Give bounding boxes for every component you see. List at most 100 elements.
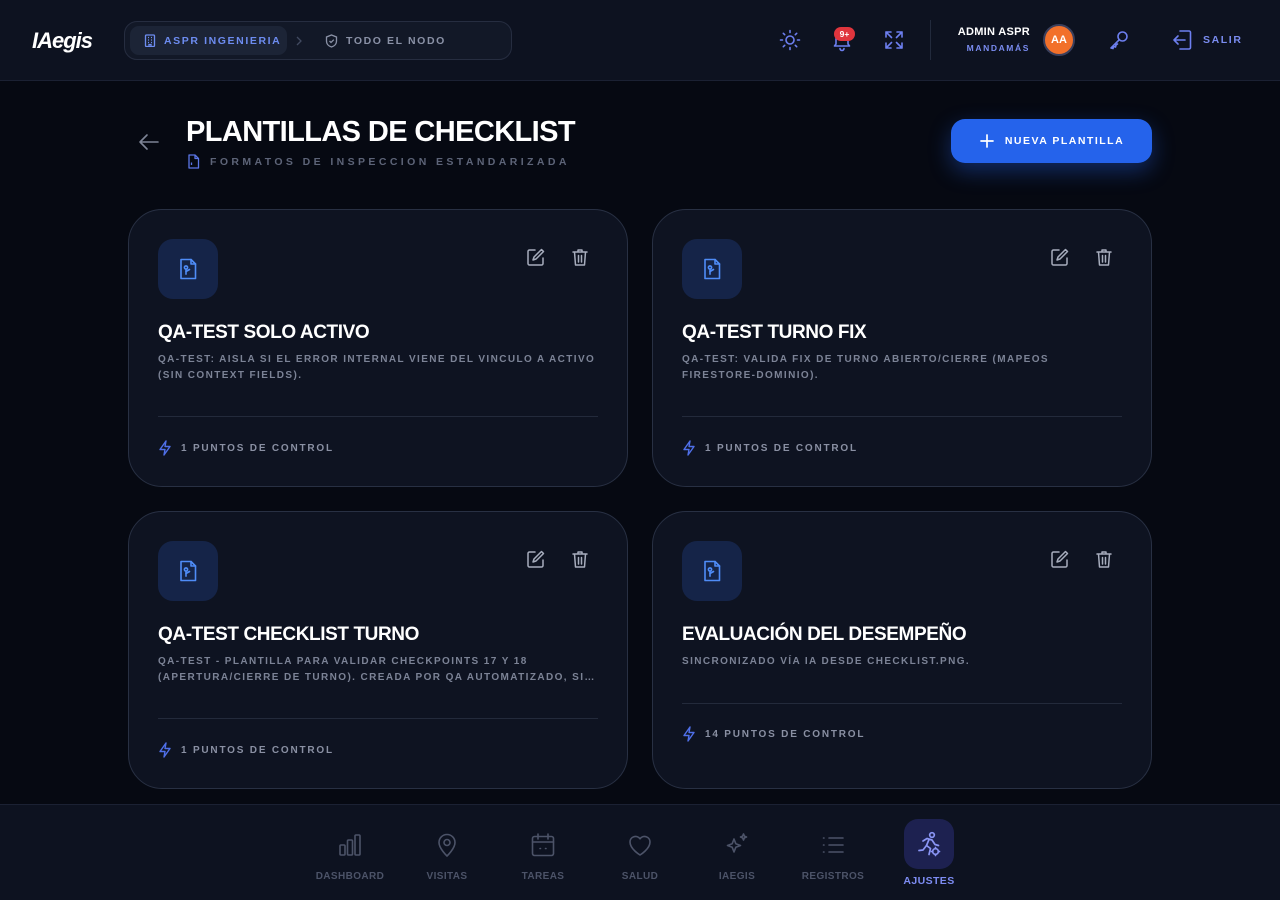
chevron-right-icon: [296, 36, 302, 46]
template-title: QA-TEST TURNO FIX: [682, 322, 867, 343]
template-icon-box: [158, 541, 218, 601]
document-icon: [180, 258, 197, 280]
delete-button[interactable]: [1094, 247, 1114, 267]
nav-item-registros[interactable]: REGISTROS: [785, 805, 881, 900]
card-divider: [158, 416, 598, 417]
nav-label: DASHBOARD: [315, 871, 385, 882]
template-title: QA-TEST SOLO ACTIVO: [158, 322, 370, 343]
lightning-icon: [683, 726, 695, 742]
edit-button[interactable]: [1050, 247, 1070, 267]
checkpoint-label: 1 PUNTOS DE CONTROL: [181, 442, 334, 454]
checkpoint-count: 1 PUNTOS DE CONTROL: [682, 440, 858, 456]
new-template-button[interactable]: NUEVA PLANTILLA: [951, 119, 1152, 163]
bar-chart-icon: [339, 834, 361, 856]
logout-icon: [1173, 30, 1192, 50]
nav-item-iaegis[interactable]: IAEGIS: [689, 805, 785, 900]
nav-item-salud[interactable]: SALUD: [592, 805, 688, 900]
fullscreen-button[interactable]: [882, 28, 906, 52]
checkpoint-count: 1 PUNTOS DE CONTROL: [158, 440, 334, 456]
credentials-button[interactable]: [1107, 28, 1131, 52]
pencil-icon: [1051, 550, 1069, 568]
template-title: EVALUACIÓN DEL DESEMPEÑO: [682, 624, 967, 645]
sparkles-icon: [726, 833, 748, 853]
template-icon-box: [682, 239, 742, 299]
template-description: QA-TEST: AISLA SI EL ERROR INTERNAL VIEN…: [158, 354, 596, 381]
shield-icon: [325, 34, 338, 48]
calendar-icon: [531, 833, 555, 857]
trash-icon: [1096, 551, 1112, 568]
nav-item-tareas[interactable]: TAREAS: [495, 805, 591, 900]
back-button[interactable]: [137, 130, 161, 154]
sun-icon: [779, 29, 801, 51]
document-icon: [188, 154, 200, 169]
breadcrumb: ASPR INGENIERIA TODO EL NODO: [124, 21, 512, 60]
template-description: QA-TEST: VALIDA FIX DE TURNO ABIERTO/CIE…: [682, 354, 1049, 381]
nav-item-visitas[interactable]: VISITAS: [399, 805, 495, 900]
bottom-nav: DASHBOARD VISITAS TAREAS SALUD IAEGIS RE…: [0, 804, 1280, 900]
app-logo[interactable]: IAegis: [32, 27, 93, 55]
template-card[interactable]: QA-TEST TURNO FIX QA-TEST: VALIDA FIX DE…: [652, 209, 1152, 487]
nav-label: REGISTROS: [801, 871, 865, 882]
lightning-icon: [683, 440, 695, 456]
notifications-badge: 9+: [834, 27, 855, 41]
card-divider: [158, 718, 598, 719]
checkpoint-count: 1 PUNTOS DE CONTROL: [158, 742, 334, 758]
template-description: SINCRONIZADO VÍA IA DESDE CHECKLIST.PNG.: [682, 656, 971, 667]
building-icon: [144, 34, 156, 47]
checkpoint-label: 1 PUNTOS DE CONTROL: [181, 744, 334, 756]
pencil-icon: [1051, 248, 1069, 266]
theme-toggle-button[interactable]: [778, 28, 802, 52]
list-icon: [822, 837, 844, 853]
trash-icon: [1096, 249, 1112, 266]
document-icon: [704, 258, 721, 280]
checkpoint-label: 14 PUNTOS DE CONTROL: [705, 728, 866, 740]
breadcrumb-organization[interactable]: ASPR INGENIERIA: [130, 26, 287, 55]
delete-button[interactable]: [1094, 549, 1114, 569]
template-icon-box: [682, 541, 742, 601]
page-subtitle: FORMATOS DE INSPECCION ESTANDARIZADA: [210, 156, 570, 168]
new-template-label: NUEVA PLANTILLA: [1004, 135, 1125, 147]
edit-button[interactable]: [526, 549, 546, 569]
arrow-left-icon: [139, 134, 159, 150]
nav-label: IAEGIS: [718, 871, 756, 882]
nav-label: TAREAS: [521, 871, 565, 882]
nav-label: VISITAS: [426, 871, 468, 882]
heart-icon: [629, 835, 651, 856]
nav-label: SALUD: [621, 871, 659, 882]
template-card[interactable]: EVALUACIÓN DEL DESEMPEÑO SINCRONIZADO VÍ…: [652, 511, 1152, 789]
trash-icon: [572, 249, 588, 266]
template-title: QA-TEST CHECKLIST TURNO: [158, 624, 420, 645]
nav-item-ajustes[interactable]: AJUSTES: [881, 805, 977, 900]
page-title: PLANTILLAS DE CHECKLIST: [186, 116, 576, 148]
template-icon-box: [158, 239, 218, 299]
breadcrumb-organization-label: ASPR INGENIERIA: [164, 35, 282, 47]
map-pin-icon: [438, 833, 456, 857]
plus-icon: [979, 134, 994, 148]
card-divider: [682, 416, 1122, 417]
user-role: MANDAMÁS: [966, 43, 1030, 53]
top-bar: IAegis ASPR INGENIERIA TODO EL NODO 9+ A…: [0, 0, 1280, 81]
template-description: QA-TEST - PLANTILLA PARA VALIDAR CHECKPO…: [158, 656, 594, 683]
settings-running-icon: [918, 831, 941, 857]
lightning-icon: [159, 440, 171, 456]
lightning-icon: [159, 742, 171, 758]
delete-button[interactable]: [570, 247, 590, 267]
edit-button[interactable]: [1050, 549, 1070, 569]
pencil-icon: [527, 248, 545, 266]
trash-icon: [572, 551, 588, 568]
edit-button[interactable]: [526, 247, 546, 267]
card-divider: [682, 703, 1122, 704]
toolbar-divider: [930, 20, 931, 60]
checkpoint-label: 1 PUNTOS DE CONTROL: [705, 442, 858, 454]
delete-button[interactable]: [570, 549, 590, 569]
template-card[interactable]: QA-TEST CHECKLIST TURNO QA-TEST - PLANTI…: [128, 511, 628, 789]
template-card[interactable]: QA-TEST SOLO ACTIVO QA-TEST: AISLA SI EL…: [128, 209, 628, 487]
document-icon: [180, 560, 197, 582]
breadcrumb-scope-label: TODO EL NODO: [346, 35, 446, 47]
nav-label: AJUSTES: [903, 875, 955, 887]
avatar[interactable]: AA: [1043, 24, 1075, 56]
checkpoint-count: 14 PUNTOS DE CONTROL: [682, 726, 865, 742]
logout-button[interactable]: SALIR: [1172, 28, 1243, 52]
nav-item-dashboard[interactable]: DASHBOARD: [302, 805, 398, 900]
key-icon: [1110, 31, 1128, 50]
